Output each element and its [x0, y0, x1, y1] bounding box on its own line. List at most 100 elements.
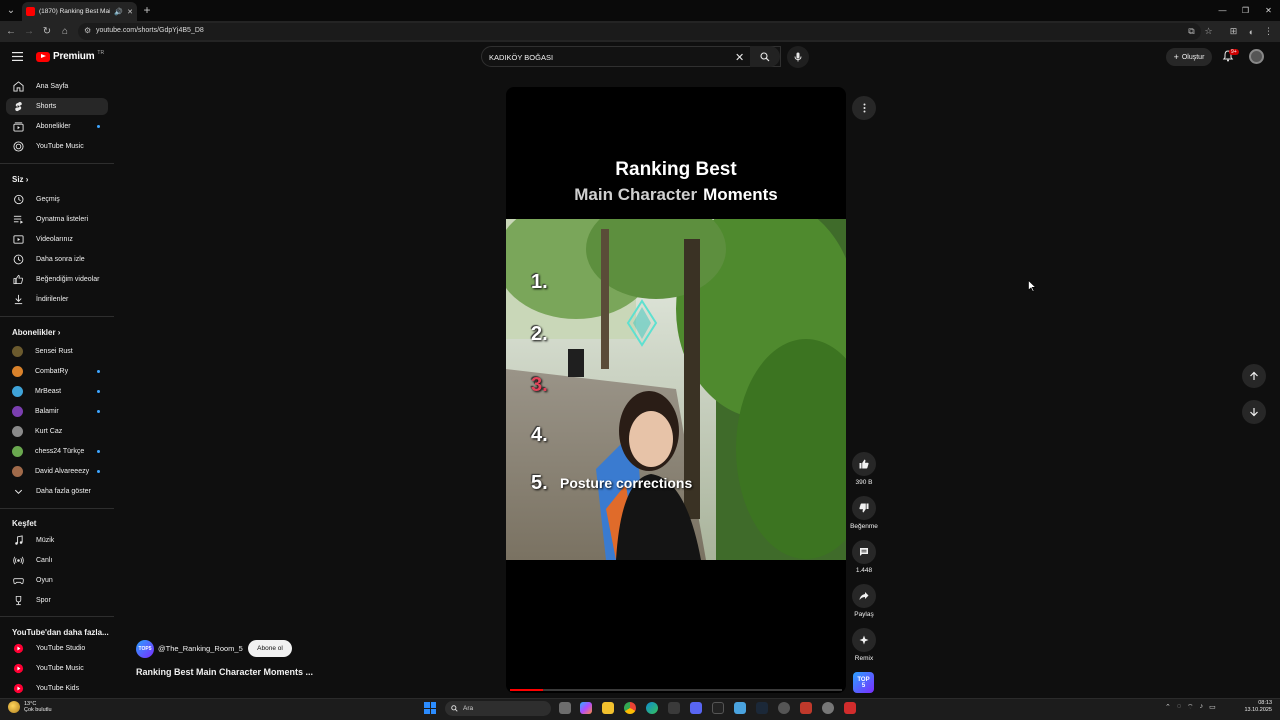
account-avatar[interactable]: [1249, 49, 1264, 64]
sidebar-item-i-ndirilenler[interactable]: İndirilenler: [6, 291, 108, 308]
sidebar-item-spor[interactable]: Spor: [6, 592, 108, 609]
app-icon-4[interactable]: [844, 702, 856, 714]
store-icon[interactable]: [668, 702, 680, 714]
browser-tab[interactable]: (1870) Ranking Best Main C 🔊 ✕: [22, 2, 137, 21]
more-options-icon[interactable]: [852, 96, 876, 120]
like-button[interactable]: [852, 452, 876, 476]
browser-menu-icon[interactable]: ⋮: [1263, 26, 1274, 37]
app-icon-1[interactable]: [734, 702, 746, 714]
forward-icon[interactable]: →: [23, 25, 35, 37]
tray-chevron-icon[interactable]: ⌃: [1165, 703, 1171, 712]
video-overlay-title-line1: Ranking Best: [615, 159, 737, 180]
home-browser-icon[interactable]: ⌂: [59, 25, 71, 37]
sidebar-item-abonelikler[interactable]: Abonelikler: [6, 118, 108, 135]
url-bar[interactable]: [78, 23, 1201, 40]
share-button[interactable]: [852, 584, 876, 608]
sidebar-item-youtube-music[interactable]: YouTube Music: [6, 138, 108, 155]
sidebar-item-daha-fazla-g-ster[interactable]: Daha fazla göster: [6, 483, 108, 500]
close-tab-icon[interactable]: ✕: [127, 8, 133, 16]
profile-icon[interactable]: ◐: [1246, 26, 1257, 37]
remix-button[interactable]: [852, 628, 876, 652]
video-caption[interactable]: Ranking Best Main Character Moments ...: [136, 667, 313, 677]
copilot-icon[interactable]: [580, 702, 592, 714]
settings-icon[interactable]: [822, 702, 834, 714]
search-button[interactable]: [750, 46, 780, 67]
sidebar-item-oyun[interactable]: Oyun: [6, 572, 108, 589]
install-app-icon[interactable]: ⧉: [1186, 26, 1197, 37]
subscriptions-icon: [12, 121, 24, 133]
extensions-icon[interactable]: ⊞: [1228, 26, 1239, 37]
steam-icon[interactable]: [756, 702, 768, 714]
create-label: Oluştur: [1181, 53, 1205, 61]
video-progress-bar[interactable]: [510, 689, 842, 691]
app-icon-3[interactable]: [800, 702, 812, 714]
taskbar-clock[interactable]: 08:13 13.10.2025: [1232, 700, 1272, 714]
task-view-icon[interactable]: [559, 702, 571, 714]
minimize-button[interactable]: —: [1211, 0, 1234, 21]
previous-short-button[interactable]: [1242, 364, 1266, 388]
site-info-icon[interactable]: ⚙: [84, 26, 91, 35]
tray-app-icon[interactable]: ◌: [1177, 703, 1181, 712]
channel-thumbnail-small[interactable]: TOP 5: [853, 672, 874, 693]
voice-search-button[interactable]: [787, 46, 809, 68]
sidebar-item-youtube-studio[interactable]: YouTube Studio: [6, 640, 108, 657]
comments-button[interactable]: [852, 540, 876, 564]
speaker-icon[interactable]: 🔊: [114, 8, 123, 16]
clear-search-icon[interactable]: ✕: [735, 51, 744, 64]
reload-icon[interactable]: ↻: [41, 25, 53, 37]
next-short-button[interactable]: [1242, 400, 1266, 424]
sidebar-item-chess24-t-rk-e[interactable]: chess24 Türkçe: [6, 443, 108, 460]
file-explorer-icon[interactable]: [602, 702, 614, 714]
sidebar-item-ge-mi-[interactable]: Geçmiş: [6, 191, 108, 208]
hamburger-menu-icon[interactable]: [12, 52, 23, 61]
maximize-button[interactable]: ❐: [1234, 0, 1257, 21]
search-input-value[interactable]: KADIKÖY BOĞASI: [489, 53, 553, 62]
sidebar-item-youtube-music[interactable]: YouTube Music: [6, 660, 108, 677]
back-icon[interactable]: ←: [5, 25, 17, 37]
url-text[interactable]: youtube.com/shorts/GdpYj4B5_D8: [96, 27, 204, 34]
edge-icon[interactable]: [646, 702, 658, 714]
weather-widget[interactable]: 13°C Çok bulutlu: [8, 701, 52, 713]
sidebar-item-label: YouTube Music: [36, 665, 84, 672]
sidebar-item-balamir[interactable]: Balamir: [6, 403, 108, 420]
channel-avatar[interactable]: TOP5: [136, 640, 154, 658]
battery-icon[interactable]: ▭: [1209, 703, 1216, 712]
sidebar-item-ana-sayfa[interactable]: Ana Sayfa: [6, 78, 108, 95]
sidebar-item-sensei-rust[interactable]: Sensei Rust: [6, 343, 108, 360]
new-tab-button[interactable]: +: [140, 3, 154, 17]
sidebar-item-mrbeast[interactable]: MrBeast: [6, 383, 108, 400]
sidebar-item-m-zik[interactable]: Müzik: [6, 532, 108, 549]
shorts-video-player[interactable]: Ranking Best Main Character Moments 1. 2…: [506, 87, 846, 693]
terminal-icon[interactable]: [712, 702, 724, 714]
network-icon[interactable]: ⌔: [1187, 703, 1194, 712]
sidebar-item-canl-[interactable]: Canlı: [6, 552, 108, 569]
sidebar-item-shorts[interactable]: Shorts: [6, 98, 108, 115]
discord-icon[interactable]: [690, 702, 702, 714]
tab-list-icon[interactable]: ⌄: [4, 3, 18, 17]
yt-red-icon: [13, 643, 23, 654]
sidebar-item-david-alvareeezy[interactable]: David Alvareeezy: [6, 463, 108, 480]
app-icon-2[interactable]: [778, 702, 790, 714]
taskbar-search[interactable]: Ara: [445, 701, 551, 716]
history-icon: [13, 194, 23, 205]
youtube-premium-logo[interactable]: Premium TR: [36, 50, 104, 62]
sidebar-item-be-endi-im-videolar[interactable]: Beğendiğim videolar: [6, 271, 108, 288]
sidebar-heading-you[interactable]: Siz ›: [12, 175, 28, 184]
gaming-icon: [12, 575, 24, 587]
chrome-icon[interactable]: [624, 702, 636, 714]
speaker-tray-icon[interactable]: ♪: [1200, 703, 1204, 712]
close-window-button[interactable]: ✕: [1257, 0, 1280, 21]
sidebar-item-videolar-n-z[interactable]: Videolarınız: [6, 231, 108, 248]
subscribe-button[interactable]: Abone ol: [248, 640, 292, 657]
sidebar-item-daha-sonra-izle[interactable]: Daha sonra izle: [6, 251, 108, 268]
sidebar-item-youtube-kids[interactable]: YouTube Kids: [6, 680, 108, 697]
dislike-button[interactable]: [852, 496, 876, 520]
create-button[interactable]: + Oluştur: [1166, 48, 1212, 66]
channel-name[interactable]: @The_Ranking_Room_5: [158, 644, 243, 653]
sidebar-heading-subscriptions[interactable]: Abonelikler ›: [12, 328, 60, 337]
sidebar-item-kurt-caz[interactable]: Kurt Caz: [6, 423, 108, 440]
windows-start-icon[interactable]: [424, 702, 436, 714]
bookmark-star-icon[interactable]: ☆: [1203, 26, 1214, 37]
sidebar-item-oynatma-listeleri[interactable]: Oynatma listeleri: [6, 211, 108, 228]
sidebar-item-combatry[interactable]: CombatRy: [6, 363, 108, 380]
